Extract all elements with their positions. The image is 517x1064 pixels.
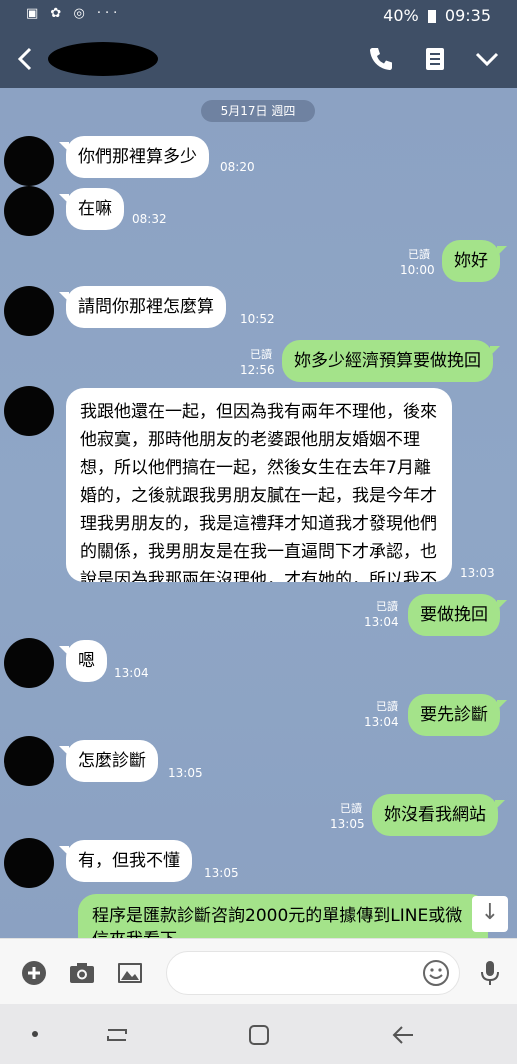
message-time: 13:05 <box>330 817 365 831</box>
menu-button[interactable] <box>472 44 502 74</box>
read-receipt: 已讀 <box>408 248 430 261</box>
scroll-to-bottom-button[interactable]: ↓ <box>472 896 508 932</box>
system-nav-bar <box>0 1004 517 1064</box>
phone-icon <box>370 48 392 70</box>
recent-apps-icon <box>107 1029 127 1041</box>
message-time: 12:56 <box>240 363 275 377</box>
avatar[interactable] <box>4 638 54 688</box>
notification-icons: ▣ ✿ ◎ ··· <box>26 6 122 21</box>
clock: 09:35 <box>444 6 491 25</box>
message-time: 10:52 <box>240 312 275 326</box>
read-receipt: 已讀 <box>250 348 272 361</box>
home-icon <box>249 1025 269 1045</box>
back-button[interactable] <box>14 44 38 74</box>
back-nav-button[interactable] <box>390 1022 416 1048</box>
plus-icon <box>22 961 46 985</box>
message-bubble[interactable]: 妳多少經濟預算要做挽回 <box>282 340 500 382</box>
avatar[interactable] <box>4 136 54 186</box>
message-bubble[interactable]: 嗯 <box>59 640 107 682</box>
message-bubble[interactable]: 程序是匯款診斷咨詢2000元的單據傳到LINE或微信來我看下。 <box>78 894 488 938</box>
camera-button[interactable] <box>68 959 96 987</box>
battery-level: 40% <box>383 6 419 25</box>
redacted-contact-name <box>48 42 158 76</box>
message-time: 10:00 <box>400 263 435 277</box>
read-receipt: 已讀 <box>376 700 398 713</box>
message-bubble[interactable]: 在嘛 <box>59 188 124 230</box>
message-time: 08:32 <box>132 212 167 226</box>
recent-apps-button[interactable] <box>104 1022 130 1048</box>
date-separator: 5月17日 週四 <box>201 100 315 122</box>
message-bubble[interactable]: 妳好 <box>442 240 507 282</box>
image-button[interactable] <box>116 959 144 987</box>
message-time: 13:05 <box>168 766 203 780</box>
input-bar <box>0 938 517 1004</box>
message-bubble[interactable]: 要先診斷 <box>408 694 507 736</box>
avatar[interactable] <box>4 386 54 436</box>
arrow-down-icon: ↓ <box>480 900 500 925</box>
call-button[interactable] <box>366 44 396 74</box>
message-bubble[interactable]: 怎麼診斷 <box>59 740 158 782</box>
voice-button[interactable] <box>476 959 504 987</box>
emoji-button[interactable] <box>422 959 450 987</box>
image-icon <box>118 963 142 983</box>
plus-button[interactable] <box>20 959 48 987</box>
home-button[interactable] <box>246 1022 272 1048</box>
chevron-down-icon <box>475 52 499 67</box>
battery-icon <box>427 10 436 23</box>
message-time: 13:04 <box>364 615 399 629</box>
message-bubble[interactable]: 妳沒看我網站 <box>372 794 505 836</box>
emoji-icon <box>423 960 449 986</box>
read-receipt: 已讀 <box>376 600 398 613</box>
notes-icon <box>426 48 444 70</box>
avatar[interactable] <box>4 186 54 236</box>
message-time: 13:03 <box>460 566 495 580</box>
message-bubble[interactable]: 要做挽回 <box>408 594 507 636</box>
status-bar: ▣ ✿ ◎ ··· 40% 09:35 <box>0 0 517 30</box>
dot-icon <box>32 1031 38 1037</box>
message-bubble[interactable]: 有，但我不懂 <box>59 840 192 882</box>
back-icon <box>392 1026 413 1044</box>
message-bubble[interactable]: 你們那裡算多少 <box>59 136 209 178</box>
avatar[interactable] <box>4 838 54 888</box>
camera-icon <box>70 963 94 983</box>
status-right: 40% 09:35 <box>383 6 491 25</box>
message-time: 08:20 <box>220 160 255 174</box>
chevron-left-icon <box>17 47 32 71</box>
avatar[interactable] <box>4 286 54 336</box>
avatar[interactable] <box>4 736 54 786</box>
message-time: 13:04 <box>114 666 149 680</box>
message-time: 13:05 <box>204 866 239 880</box>
message-time: 13:04 <box>364 715 399 729</box>
chat-area[interactable]: 5月17日 週四 你們那裡算多少 08:20 在嘛 08:32 已讀 10:00… <box>0 88 517 938</box>
chat-header <box>0 30 517 88</box>
read-receipt: 已讀 <box>340 802 362 815</box>
notes-button[interactable] <box>420 44 450 74</box>
message-bubble[interactable]: 我跟他還在一起，但因為我有兩年不理他，後來他寂寞，那時他朋友的老婆跟他朋友婚姻不… <box>66 388 452 582</box>
message-input[interactable] <box>166 951 460 995</box>
microphone-icon <box>481 961 499 985</box>
message-bubble[interactable]: 請問你那裡怎麼算 <box>59 286 226 328</box>
